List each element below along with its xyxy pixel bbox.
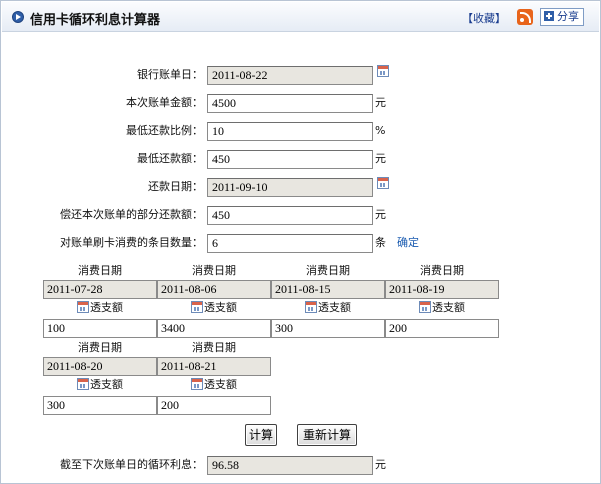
date-column-header: 消费日期	[78, 264, 122, 277]
date-column-header: 消费日期	[420, 264, 464, 277]
confirm-link[interactable]: 确定	[397, 234, 419, 252]
calendar-icon[interactable]	[419, 301, 431, 313]
partial-payment-unit: 元	[375, 208, 386, 221]
recalculate-button[interactable]: 重新计算	[297, 424, 357, 446]
partial-payment-field[interactable]: 450	[207, 206, 373, 225]
plus-square-icon	[544, 11, 554, 21]
entry-date-field[interactable]: 2011-08-19	[385, 280, 499, 299]
entry-date-field[interactable]: 2011-08-06	[157, 280, 271, 299]
overdraft-label-group: 透支额	[385, 300, 499, 316]
item-count-unit: 条	[375, 236, 386, 249]
bill-date-field[interactable]: 2011-08-22	[207, 66, 373, 85]
overdraft-label: 透支额	[318, 301, 351, 314]
calendar-icon[interactable]	[77, 378, 89, 390]
min-payment-label: 最低还款额：	[137, 152, 203, 165]
panel-header: 信用卡循环利息计算器 【收藏】 分享	[2, 2, 599, 32]
overdraft-label-group: 透支额	[271, 300, 385, 316]
overdraft-label: 透支额	[204, 301, 237, 314]
entry-date-field[interactable]: 2011-07-28	[43, 280, 157, 299]
share-button[interactable]: 分享	[540, 8, 584, 26]
overdraft-label: 透支额	[90, 378, 123, 391]
result-unit: 元	[375, 458, 386, 471]
overdraft-label-group: 透支额	[157, 300, 271, 316]
entry-date-field[interactable]: 2011-08-21	[157, 357, 271, 376]
partial-payment-label: 偿还本次账单的部分还款额：	[60, 208, 203, 221]
page-title: 信用卡循环利息计算器	[30, 13, 161, 28]
item-count-field[interactable]: 6	[207, 234, 373, 253]
overdraft-label-group: 透支额	[43, 300, 157, 316]
min-ratio-unit: %	[375, 124, 386, 137]
circle-arrow-icon	[12, 11, 24, 23]
bill-date-label: 银行账单日：	[137, 68, 203, 81]
calculator-panel: 信用卡循环利息计算器 【收藏】 分享 银行账单日： 2011-08-22 本次账…	[0, 0, 601, 484]
entry-amount-field[interactable]: 3400	[157, 319, 271, 338]
calculate-button[interactable]: 计算	[245, 424, 277, 446]
overdraft-label: 透支额	[432, 301, 465, 314]
entry-amount-field[interactable]: 300	[43, 396, 157, 415]
entry-amount-field[interactable]: 200	[385, 319, 499, 338]
overdraft-label: 透支额	[90, 301, 123, 314]
calendar-icon[interactable]	[377, 65, 389, 77]
overdraft-label-group: 透支额	[157, 377, 271, 393]
min-payment-field[interactable]: 450	[207, 150, 373, 169]
entry-amount-field[interactable]: 200	[157, 396, 271, 415]
date-column-header: 消费日期	[192, 341, 236, 354]
repay-date-field[interactable]: 2011-09-10	[207, 178, 373, 197]
min-payment-unit: 元	[375, 152, 386, 165]
date-column-header: 消费日期	[78, 341, 122, 354]
calendar-icon[interactable]	[191, 378, 203, 390]
date-column-header: 消费日期	[192, 264, 236, 277]
min-ratio-label: 最低还款比例：	[126, 124, 203, 137]
bill-amount-label: 本次账单金额：	[126, 96, 203, 109]
calendar-icon[interactable]	[377, 177, 389, 189]
entry-amount-field[interactable]: 100	[43, 319, 157, 338]
calendar-icon[interactable]	[305, 301, 317, 313]
date-column-header: 消费日期	[306, 264, 350, 277]
bill-amount-field[interactable]: 4500	[207, 94, 373, 113]
result-label: 截至下次账单日的循环利息：	[60, 458, 203, 471]
overdraft-label-group: 透支额	[43, 377, 157, 393]
share-label: 分享	[557, 10, 579, 23]
rss-icon[interactable]	[517, 9, 533, 25]
overdraft-label: 透支额	[204, 378, 237, 391]
favorite-link[interactable]: 【收藏】	[462, 10, 506, 26]
calendar-icon[interactable]	[191, 301, 203, 313]
repay-date-label: 还款日期：	[148, 180, 203, 193]
item-count-label: 对账单刷卡消费的条目数量：	[60, 236, 203, 249]
bill-amount-unit: 元	[375, 96, 386, 109]
entry-amount-field[interactable]: 300	[271, 319, 385, 338]
calendar-icon[interactable]	[77, 301, 89, 313]
min-ratio-field[interactable]: 10	[207, 122, 373, 141]
entry-date-field[interactable]: 2011-08-20	[43, 357, 157, 376]
result-field[interactable]: 96.58	[207, 456, 373, 475]
entry-date-field[interactable]: 2011-08-15	[271, 280, 385, 299]
